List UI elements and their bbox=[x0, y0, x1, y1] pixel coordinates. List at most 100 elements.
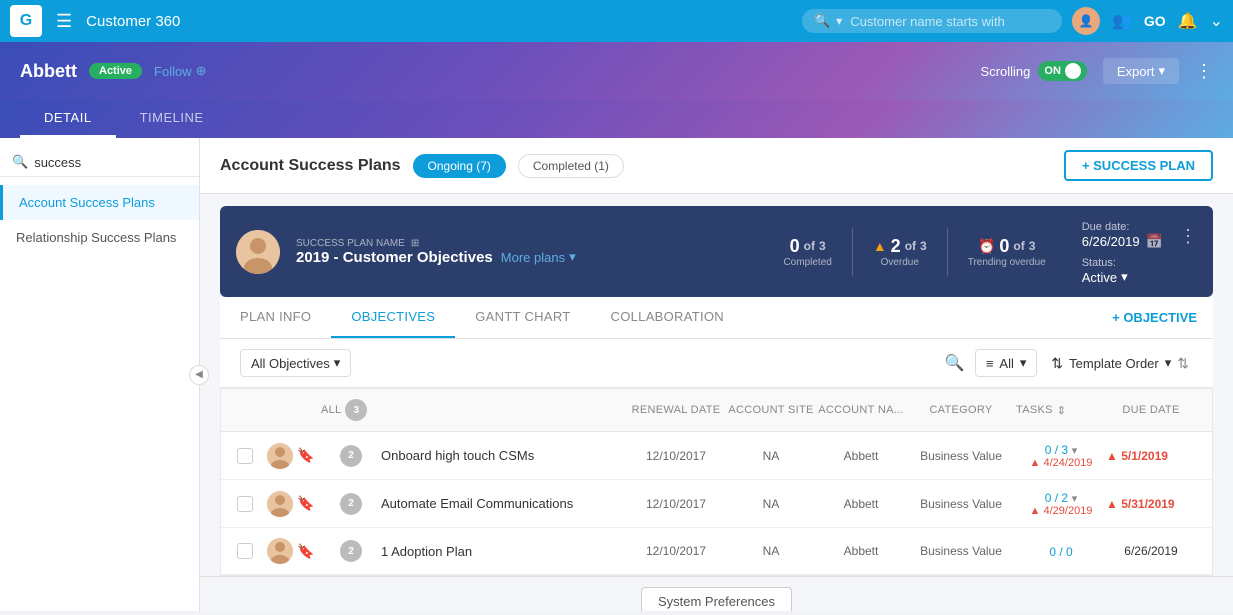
row-avatar bbox=[267, 538, 293, 564]
toggle-circle bbox=[1065, 63, 1081, 79]
more-plans-button[interactable]: More plans ▾ bbox=[501, 249, 576, 265]
row-checkbox[interactable] bbox=[237, 496, 253, 512]
tasks-link[interactable]: 0 / 3 bbox=[1045, 443, 1068, 457]
sort-toggle-icon[interactable]: ⇅ bbox=[1177, 355, 1189, 372]
scrolling-control: Scrolling ON bbox=[981, 61, 1087, 81]
top-navigation: G ☰ Customer 360 🔍 ▾ 👤 👥 GO 🔔 ⌄ bbox=[0, 0, 1233, 42]
row-checkbox[interactable] bbox=[237, 448, 253, 464]
go-button[interactable]: GO bbox=[1144, 13, 1166, 29]
chevron-down-icon[interactable]: ▾ bbox=[1072, 493, 1078, 505]
table-search-button[interactable]: 🔍 bbox=[945, 353, 965, 373]
bookmark-icon[interactable]: 🔖 bbox=[297, 447, 314, 463]
row-count-badge: 2 bbox=[340, 493, 362, 515]
row-objective-name[interactable]: Automate Email Communications bbox=[381, 496, 626, 511]
chevron-down-icon[interactable]: ▾ bbox=[1072, 445, 1078, 457]
search-input[interactable] bbox=[850, 14, 1050, 29]
bell-icon[interactable]: 🔔 bbox=[1178, 11, 1198, 31]
sidebar-item-relationship-success-plans[interactable]: Relationship Success Plans bbox=[0, 220, 199, 255]
add-objective-button[interactable]: + OBJECTIVE bbox=[1096, 310, 1213, 325]
filter-all-button[interactable]: ≡ All ▾ bbox=[975, 349, 1038, 377]
chevron-down-icon: ▾ bbox=[1020, 355, 1027, 371]
header-all: All 3 bbox=[321, 399, 381, 421]
bookmark-icon[interactable]: 🔖 bbox=[297, 495, 314, 511]
main-layout: 🔍 Account Success Plans Relationship Suc… bbox=[0, 138, 1233, 611]
status-label: Status: bbox=[1082, 257, 1116, 269]
add-success-plan-button[interactable]: + SUCCESS PLAN bbox=[1064, 150, 1213, 181]
tab-detail[interactable]: DETAIL bbox=[20, 100, 116, 138]
bottom-bar: System Preferences bbox=[200, 576, 1233, 611]
row-renewal-date: 12/10/2017 bbox=[626, 497, 726, 511]
plan-info: SUCCESS PLAN NAME ⊞ 2019 - Customer Obje… bbox=[296, 238, 747, 266]
tasks-sort-icon[interactable]: ⇕ bbox=[1057, 404, 1067, 417]
export-button[interactable]: Export ▾ bbox=[1103, 58, 1179, 84]
row-count-badge: 2 bbox=[340, 540, 362, 562]
tab-ongoing[interactable]: Ongoing (7) bbox=[413, 154, 506, 178]
scrolling-toggle[interactable]: ON bbox=[1038, 61, 1087, 81]
plan-label: SUCCESS PLAN NAME ⊞ bbox=[296, 238, 747, 249]
tab-plan-info[interactable]: PLAN INFO bbox=[220, 297, 331, 338]
tab-objectives[interactable]: OBJECTIVES bbox=[331, 297, 455, 338]
row-tasks: 0 / 3 ▾ ▲ 4/24/2019 bbox=[1016, 442, 1106, 469]
tab-gantt-chart[interactable]: GANTT CHART bbox=[455, 297, 590, 338]
status-select[interactable]: Active ▾ bbox=[1082, 269, 1163, 285]
stat-completed-label: Completed bbox=[783, 257, 831, 268]
table-header-row: All 3 Renewal Date Account Site Account … bbox=[221, 389, 1212, 432]
table-row: 🔖 2 1 Adoption Plan 12/10/2017 NA Abbett… bbox=[221, 528, 1212, 575]
hamburger-icon[interactable]: ☰ bbox=[52, 7, 76, 36]
tasks-link[interactable]: 0 / 2 bbox=[1045, 491, 1068, 505]
objectives-filter[interactable]: All Objectives ▾ bbox=[240, 349, 351, 377]
sidebar-search-bar[interactable]: 🔍 bbox=[0, 148, 199, 177]
sidebar-collapse-button[interactable]: ◀ bbox=[189, 365, 209, 385]
sidebar-search-input[interactable] bbox=[34, 155, 187, 170]
user-icon[interactable]: 👥 bbox=[1112, 11, 1132, 31]
tab-completed[interactable]: Completed (1) bbox=[518, 154, 624, 178]
row-checkbox[interactable] bbox=[237, 543, 253, 559]
stat-trending: ⏰ 0 of 3 Trending overdue bbox=[948, 228, 1066, 276]
row-renewal-date: 12/10/2017 bbox=[626, 544, 726, 558]
plan-card: SUCCESS PLAN NAME ⊞ 2019 - Customer Obje… bbox=[220, 206, 1213, 297]
table-row: 🔖 2 Automate Email Communications 12/10/… bbox=[221, 480, 1212, 528]
plan-more-icon[interactable]: ⋮ bbox=[1179, 226, 1197, 247]
stat-trending-value: 0 bbox=[999, 236, 1009, 257]
header-category: Category bbox=[906, 404, 1016, 416]
stat-completed-value: 0 bbox=[790, 236, 800, 257]
search-dropdown-icon[interactable]: ▾ bbox=[836, 14, 842, 28]
sort-button[interactable]: ⇅ Template Order ▾ ⇅ bbox=[1047, 350, 1193, 377]
follow-button[interactable]: Follow ⊕ bbox=[154, 63, 206, 79]
calendar-icon[interactable]: 📅 bbox=[1146, 233, 1163, 250]
objectives-table: All 3 Renewal Date Account Site Account … bbox=[220, 388, 1213, 576]
system-preferences-button[interactable]: System Preferences bbox=[641, 587, 792, 611]
plan-avatar bbox=[236, 230, 280, 274]
row-account-name: Abbett bbox=[816, 544, 906, 558]
row-account-site: NA bbox=[726, 497, 816, 511]
total-count-badge: 3 bbox=[345, 399, 367, 421]
filter-icon: ≡ bbox=[986, 356, 994, 371]
row-category: Business Value bbox=[906, 544, 1016, 558]
stat-trending-label: Trending overdue bbox=[968, 257, 1046, 268]
global-search[interactable]: 🔍 ▾ bbox=[802, 9, 1062, 33]
bookmark-icon[interactable]: 🔖 bbox=[297, 543, 314, 559]
row-avatar bbox=[267, 491, 293, 517]
row-account-site: NA bbox=[726, 544, 816, 558]
row-objective-name[interactable]: Onboard high touch CSMs bbox=[381, 448, 626, 463]
row-renewal-date: 12/10/2017 bbox=[626, 449, 726, 463]
chevron-down-icon: ▾ bbox=[1165, 355, 1172, 371]
scrolling-label: Scrolling bbox=[981, 64, 1031, 79]
tab-timeline[interactable]: TIMELINE bbox=[116, 100, 228, 138]
chevron-down-icon[interactable]: ⌄ bbox=[1210, 11, 1223, 31]
tab-collaboration[interactable]: COLLABORATION bbox=[591, 297, 744, 338]
chevron-down-icon: ▾ bbox=[569, 249, 576, 265]
avatar[interactable]: 👤 bbox=[1072, 7, 1100, 35]
row-objective-name[interactable]: 1 Adoption Plan bbox=[381, 544, 626, 559]
task-overdue-date: ▲ 4/29/2019 bbox=[1016, 505, 1106, 517]
sidebar-item-account-success-plans[interactable]: Account Success Plans bbox=[0, 185, 199, 220]
due-overdue-label: ▲ 5/1/2019 bbox=[1106, 449, 1196, 463]
row-due-date: ▲ 5/1/2019 bbox=[1106, 449, 1196, 463]
row-avatar bbox=[267, 443, 293, 469]
row-account-site: NA bbox=[726, 449, 816, 463]
row-category: Business Value bbox=[906, 449, 1016, 463]
section-header: Account Success Plans Ongoing (7) Comple… bbox=[200, 138, 1233, 194]
tasks-link[interactable]: 0 / 0 bbox=[1049, 545, 1072, 559]
more-options-icon[interactable]: ⋮ bbox=[1195, 61, 1213, 82]
due-date-value: 6/26/2019 bbox=[1082, 234, 1140, 249]
